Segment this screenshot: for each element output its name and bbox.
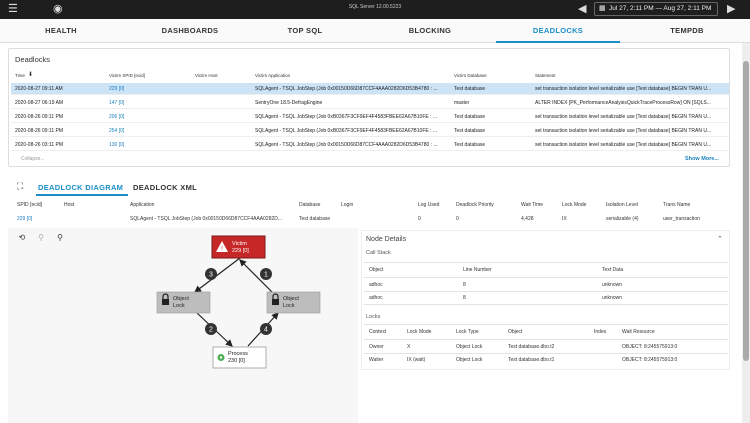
locks-cell: Owner [369,344,384,350]
svg-text:Object: Object [173,296,189,302]
svg-text:229 [0]: 229 [0] [232,248,249,254]
svg-text:4: 4 [264,327,268,334]
locks-cell: X [407,344,411,350]
object-lock-node[interactable]: Object Lock [266,291,321,314]
callstack-cell: adhoc [369,282,383,288]
edge-victim-to-lock-left [194,257,241,293]
svg-text:3: 3 [209,272,213,279]
locks-col-object: Object [508,329,523,335]
locks-cell: Test database.dbo.t1 [508,357,555,363]
callstack-cell: unknown [602,295,623,301]
svg-text:Lock: Lock [283,303,295,309]
locks-title: Locks [366,314,381,320]
lock-icon [272,299,279,305]
step-badge-3: 3 [205,268,217,280]
locks-col-index: Index [594,329,607,335]
process-node[interactable]: Process 230 [0] [212,346,267,369]
locks-col-context: Context [369,329,387,335]
step-badge-2: 2 [205,323,217,335]
locks-cell: Object Lock [456,357,483,363]
svg-text:2: 2 [209,327,213,334]
node-details-title: Node Details [366,236,407,243]
locks-col-lock-type: Lock Type [456,329,479,335]
locks-col-wait-resource: Wait Resource [622,329,655,335]
callstack-col-line-number: Line Number [463,267,492,273]
callstack-cell: adhoc [369,295,383,301]
svg-text:1: 1 [264,272,268,279]
locks-cell: Test database.dbo.t2 [508,344,555,350]
callstack-cell: 8 [463,282,466,288]
locks-cell: OBJECT: 8:245575913:0 [622,344,678,350]
chevron-up-icon[interactable]: ⌃ [717,235,723,243]
step-badge-4: 4 [260,323,272,335]
step-badge-1: 1 [260,268,272,280]
locks-cell: OBJECT: 8:245575913:0 [622,357,678,363]
locks-cell: IX (wait) [407,357,426,363]
locks-cell: Object Lock [456,344,483,350]
svg-text:230 [0]: 230 [0] [228,358,245,364]
svg-text:Process: Process [228,351,248,357]
svg-text:Victim: Victim [232,241,247,247]
object-lock-node[interactable]: Object Lock [156,291,211,314]
locks-col-lock-mode: Lock Mode [407,329,432,335]
victim-node[interactable]: ! Victim 229 [0] [211,235,266,259]
svg-text:Object: Object [283,296,299,302]
callstack-cell: 8 [463,295,466,301]
callstack-col-object: Object [369,267,384,273]
callstack-col-text-data: Text Data [602,267,624,273]
lock-icon [162,299,169,305]
locks-cell: Waiter [369,357,384,363]
svg-text:Lock: Lock [173,303,185,309]
call-stack-title: Call Stack [366,250,391,256]
callstack-cell: unknown [602,282,623,288]
